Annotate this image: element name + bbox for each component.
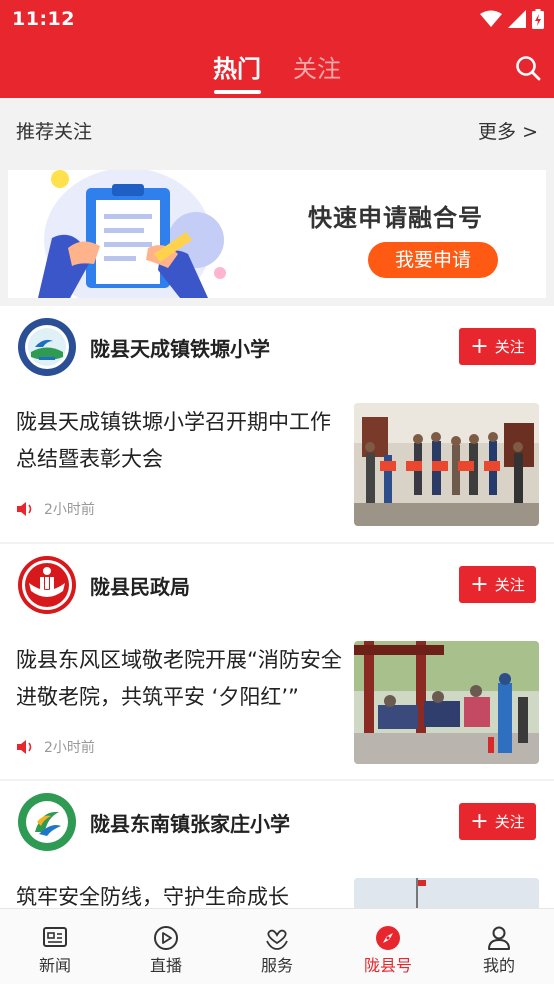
account-name[interactable]: 陇县民政局 [90,571,190,600]
article-time: 2小时前 [44,740,95,756]
battery-icon [532,9,544,29]
play-icon [154,926,178,950]
nav-label: 直播 [149,956,182,975]
status-bar: 11:12 [0,0,554,40]
top-header: 热门 关注 [0,40,554,98]
follow-label: 关注 [494,576,525,594]
account-logo[interactable] [17,555,77,615]
nav-news[interactable]: 新闻 [0,909,110,984]
account-card[interactable]: 陇县民政局 + 关注 陇县东风区域敬老院开展“消防安全进敬老院，共筑平安 ‘夕阳… [0,544,554,779]
account-name[interactable]: 陇县东南镇张家庄小学 [90,808,290,837]
article-time: 2小时前 [44,502,95,518]
tab-hot[interactable]: 热门 [213,49,261,84]
active-tab-indicator [214,90,261,94]
account-card[interactable]: 陇县东南镇张家庄小学 + 关注 筑牢安全防线，守护生命成长 [0,781,554,984]
bottom-nav: 新闻 直播 服务 陇县号 我的 [0,908,554,984]
account-logo[interactable] [17,317,77,377]
nav-service[interactable]: 服务 [222,909,332,984]
apply-button[interactable]: 我要申请 [368,242,498,278]
follow-button[interactable]: + 关注 [459,328,536,365]
tab-follow[interactable]: 关注 [293,49,341,84]
account-name[interactable]: 陇县天成镇铁塬小学 [90,333,270,362]
nav-live[interactable]: 直播 [111,909,221,984]
nav-label: 陇县号 [363,956,412,975]
service-icon [266,929,288,950]
article-headline[interactable]: 陇县天成镇铁塬小学召开期中工作总结暨表彰大会 [16,404,342,478]
article-thumbnail[interactable] [354,641,539,764]
compass-icon [376,926,400,950]
status-icons [480,9,544,29]
apply-banner[interactable]: 快速申请融合号 我要申请 [8,170,546,298]
search-icon[interactable] [514,54,542,82]
status-time: 11:12 [12,8,75,30]
article-thumbnail[interactable] [354,403,539,526]
nav-mine[interactable]: 我的 [444,909,554,984]
recommend-bar: 推荐关注 更多 > [0,98,554,162]
plus-icon: + [470,808,489,834]
article-meta: 2小时前 [16,737,95,757]
account-logo[interactable] [17,792,77,852]
plus-icon: + [470,571,489,597]
follow-button[interactable]: + 关注 [459,803,536,840]
nav-county-account[interactable]: 陇县号 [333,909,443,984]
more-link[interactable]: 更多 > [478,117,538,144]
speaker-icon [17,502,32,516]
banner-headline: 快速申请融合号 [308,204,483,232]
nav-label: 我的 [482,956,515,975]
user-icon [488,926,510,950]
news-icon [43,927,67,947]
app-screen: 11:12 热门 关注 推荐关注 更多 > 快速申请融合号 我要申请 陇县天成镇… [0,0,554,984]
follow-label: 关注 [494,338,525,356]
account-card[interactable]: 陇县天成镇铁塬小学 + 关注 陇县天成镇铁塬小学召开期中工作总结暨表彰大会 2小… [0,306,554,542]
recommend-title: 推荐关注 [16,121,93,143]
plus-icon: + [470,333,489,359]
wifi-icon [480,10,502,27]
follow-label: 关注 [494,813,525,831]
nav-label: 服务 [260,956,293,975]
clipboard-illustration [38,170,226,298]
article-headline[interactable]: 陇县东风区域敬老院开展“消防安全进敬老院，共筑平安 ‘夕阳红’” [16,642,342,716]
nav-label: 新闻 [38,956,71,975]
speaker-icon [17,740,32,754]
signal-icon [508,10,526,28]
follow-button[interactable]: + 关注 [459,566,536,603]
article-meta: 2小时前 [16,499,95,519]
